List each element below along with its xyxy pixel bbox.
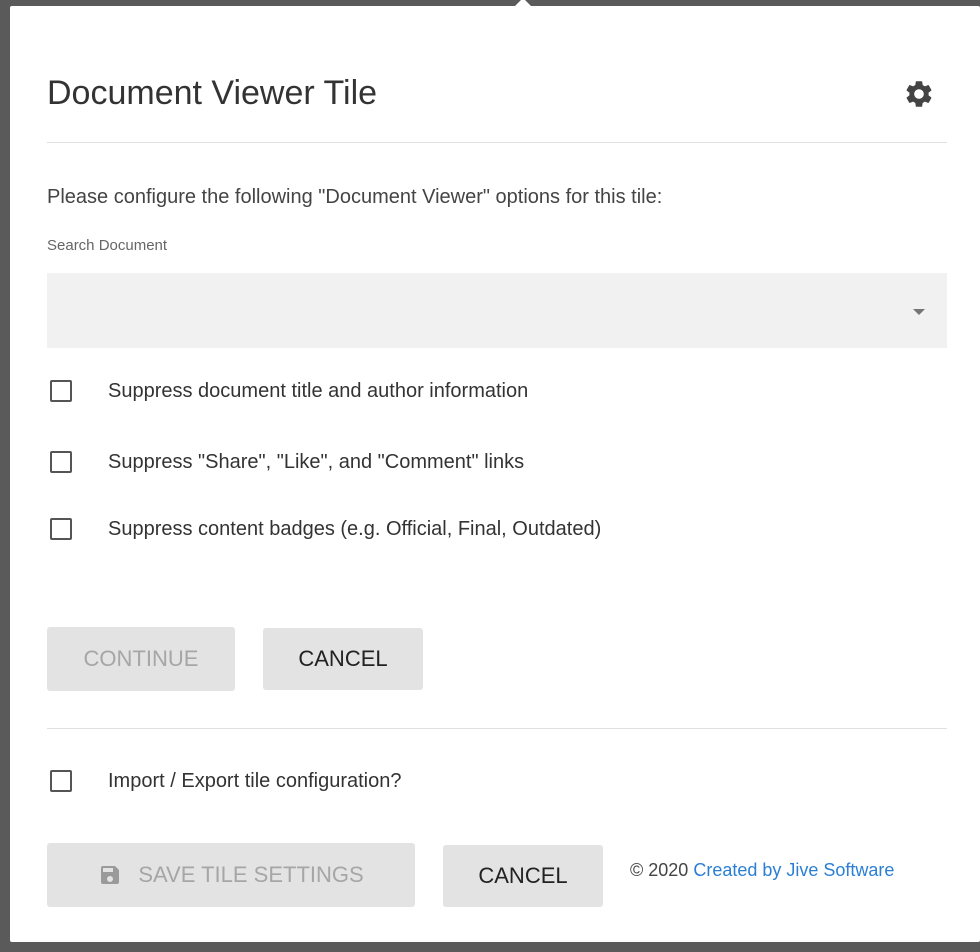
footer-credit: © 2020 Created by Jive Software: [630, 860, 894, 881]
dialog-title: Document Viewer Tile: [47, 74, 378, 112]
instructions-text: Please configure the following "Document…: [47, 186, 663, 208]
option-label: Suppress "Share", "Like", and "Comment" …: [108, 450, 525, 473]
floppy-disk-icon: [101, 866, 120, 884]
search-document-label: Search Document: [47, 237, 168, 254]
option-label: Suppress document title and author infor…: [108, 379, 529, 402]
option-suppress-title[interactable]: Suppress document title and author infor…: [50, 376, 528, 406]
cancel-settings-button[interactable]: CANCEL: [443, 845, 603, 907]
search-document-select[interactable]: [47, 273, 947, 348]
dialog-pointer: [514, 0, 532, 7]
option-suppress-links[interactable]: Suppress "Share", "Like", and "Comment" …: [50, 447, 524, 477]
cancel-button[interactable]: CANCEL: [263, 628, 423, 690]
tile-settings-dialog: Document Viewer Tile Please configure th…: [10, 0, 980, 942]
import-export-label: Import / Export tile configuration?: [108, 769, 402, 792]
checkbox[interactable]: [50, 518, 72, 540]
checkbox[interactable]: [50, 451, 72, 473]
option-label: Suppress content badges (e.g. Official, …: [108, 517, 602, 540]
gear-icon[interactable]: [903, 78, 935, 110]
copyright-text: © 2020: [630, 860, 689, 880]
chevron-down-icon[interactable]: [913, 309, 925, 315]
section-divider: [47, 728, 947, 729]
dialog-header: Document Viewer Tile: [47, 68, 947, 118]
save-tile-settings-button[interactable]: SAVE TILE SETTINGS: [47, 843, 415, 907]
save-tile-settings-label: SAVE TILE SETTINGS: [138, 862, 364, 887]
checkbox[interactable]: [50, 380, 72, 402]
checkbox[interactable]: [50, 770, 72, 792]
continue-button[interactable]: CONTINUE: [47, 627, 235, 691]
option-suppress-badges[interactable]: Suppress content badges (e.g. Official, …: [50, 514, 601, 544]
import-export-option[interactable]: Import / Export tile configuration?: [50, 766, 401, 796]
header-divider: [47, 142, 947, 143]
jive-software-link[interactable]: Created by Jive Software: [693, 860, 894, 880]
